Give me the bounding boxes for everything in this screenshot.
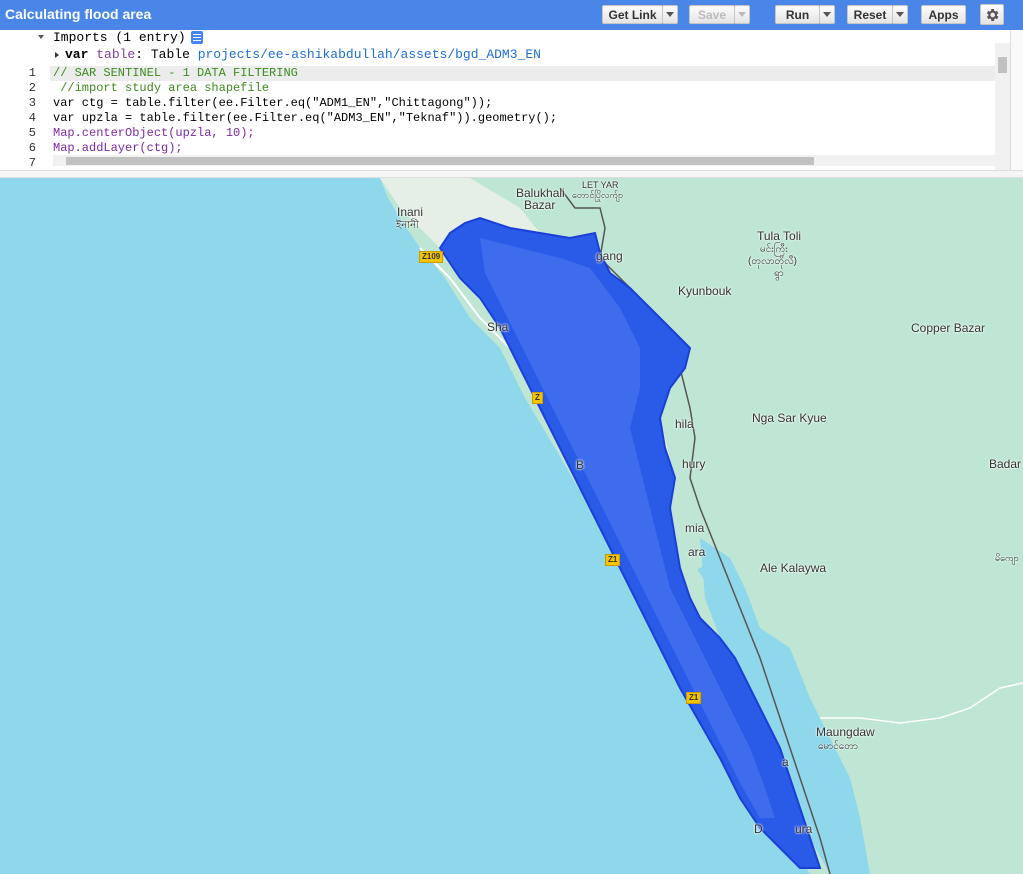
map-label-ura: ura bbox=[795, 822, 813, 836]
map-label-gang: gang bbox=[596, 249, 623, 263]
map-label-nga-sar-kyue: Nga Sar Kyue bbox=[752, 411, 827, 425]
get-link-dropdown[interactable] bbox=[662, 5, 678, 24]
chevron-down-icon bbox=[823, 12, 831, 17]
save-dropdown[interactable] bbox=[734, 5, 750, 24]
map-label-badar: Badar bbox=[989, 457, 1022, 471]
map-label-mia: mia bbox=[685, 521, 705, 535]
map-label-hila: hila bbox=[675, 417, 694, 431]
road-badge: Z bbox=[532, 392, 543, 404]
map-label-copper-bazar: Copper Bazar bbox=[911, 321, 986, 335]
map-label-a: a bbox=[782, 755, 789, 769]
road-badge: Z109 bbox=[419, 251, 444, 263]
chevron-down-icon bbox=[666, 12, 674, 17]
settings-button[interactable] bbox=[980, 4, 1004, 25]
imports-header[interactable]: Imports (1 entry) bbox=[53, 30, 186, 46]
code-line[interactable]: var upzla = table.filter(ee.Filter.eq("A… bbox=[53, 111, 557, 126]
map-label-bazar: Bazar bbox=[524, 198, 556, 212]
import-asset-path[interactable]: projects/ee-ashikabdullah/assets/bgd_ADM… bbox=[198, 47, 541, 62]
get-link-button[interactable]: Get Link bbox=[602, 5, 663, 24]
map-label-b: B bbox=[576, 458, 585, 472]
run-dropdown[interactable] bbox=[819, 5, 835, 24]
map-label-ale-kalaywa: Ale Kalaywa bbox=[760, 561, 827, 575]
panel-edge bbox=[1010, 30, 1023, 170]
horizontal-scroll-thumb[interactable] bbox=[66, 157, 814, 165]
panel-splitter[interactable] bbox=[0, 170, 1023, 178]
map-label-maungdaw: Maungdaw bbox=[816, 725, 875, 739]
show-imports-icon[interactable] bbox=[191, 31, 203, 44]
map-label-tula-toli-my3: ရွာ bbox=[774, 268, 784, 279]
import-var-name[interactable]: table bbox=[96, 47, 135, 62]
code-line[interactable]: // SAR SENTINEL - 1 DATA FILTERING bbox=[53, 66, 298, 81]
line-number: 7 bbox=[28, 156, 36, 170]
line-number: 6 bbox=[28, 141, 36, 155]
map-label-right-my: မိကျော bbox=[995, 553, 1019, 563]
map-label-let-yar-my: တောင်ပြိုလက်ျာ bbox=[572, 190, 624, 200]
road-badge: Z1 bbox=[605, 554, 621, 566]
line-number: 4 bbox=[28, 111, 36, 125]
map-label-tula-toli: Tula Toli bbox=[757, 229, 802, 243]
code-line[interactable]: //import study area shapefile bbox=[53, 81, 269, 96]
lake bbox=[706, 582, 718, 610]
reset-dropdown[interactable] bbox=[892, 5, 908, 24]
map-label-d: D bbox=[754, 822, 763, 836]
map-label-hury: hury bbox=[682, 457, 706, 471]
line-number: 5 bbox=[28, 126, 36, 140]
horizontal-scrollbar[interactable] bbox=[53, 155, 995, 166]
map-canvas[interactable] bbox=[0, 178, 1023, 874]
reset-button[interactable]: Reset bbox=[847, 5, 893, 24]
map-view[interactable]: Inani ইনানী Balukhali Bazar LET YAR တောင… bbox=[0, 178, 1023, 874]
app-header: Calculating flood area Get Link Save Run… bbox=[0, 0, 1023, 30]
map-label-sha: Sha bbox=[487, 320, 509, 334]
chevron-down-icon bbox=[738, 12, 746, 17]
vertical-scroll-thumb[interactable] bbox=[998, 57, 1007, 73]
line-number: 2 bbox=[28, 81, 36, 95]
map-label-inani-bn: ইনানী bbox=[396, 220, 419, 231]
expand-entry-icon[interactable] bbox=[55, 52, 59, 58]
line-gutter: 1 2 3 4 5 6 7 bbox=[0, 66, 50, 170]
line-number: 3 bbox=[28, 96, 36, 110]
map-label-inani: Inani bbox=[397, 205, 424, 219]
map-label-let-yar: LET YAR bbox=[582, 180, 619, 190]
map-label-tula-toli-my2: (တုလာတိုလီ) bbox=[748, 256, 797, 267]
collapse-imports-icon[interactable] bbox=[38, 35, 44, 39]
save-button[interactable]: Save bbox=[689, 5, 735, 24]
map-label-maungdaw-my: မောင်တော bbox=[818, 741, 859, 752]
map-label-kyunbouk: Kyunbouk bbox=[678, 284, 732, 298]
import-keyword: var bbox=[65, 47, 89, 62]
code-line[interactable]: Map.centerObject(upzla, 10); bbox=[53, 126, 255, 141]
apps-button[interactable]: Apps bbox=[921, 5, 966, 24]
script-title: Calculating flood area bbox=[5, 6, 152, 22]
import-entry[interactable]: var table: Table projects/ee-ashikabdull… bbox=[65, 47, 541, 63]
line-number: 1 bbox=[28, 66, 36, 80]
run-button[interactable]: Run bbox=[775, 5, 820, 24]
vertical-scrollbar[interactable] bbox=[995, 43, 1010, 170]
gear-icon bbox=[986, 8, 999, 21]
chevron-down-icon bbox=[896, 12, 904, 17]
code-editor[interactable]: Imports (1 entry) var table: Table proje… bbox=[0, 30, 1010, 170]
code-line[interactable]: Map.addLayer(ctg); bbox=[53, 141, 183, 156]
import-type: Table bbox=[150, 47, 190, 62]
map-label-ara: ara bbox=[688, 545, 706, 559]
road-badge: Z1 bbox=[686, 692, 702, 704]
code-line[interactable]: var ctg = table.filter(ee.Filter.eq("ADM… bbox=[53, 96, 492, 111]
